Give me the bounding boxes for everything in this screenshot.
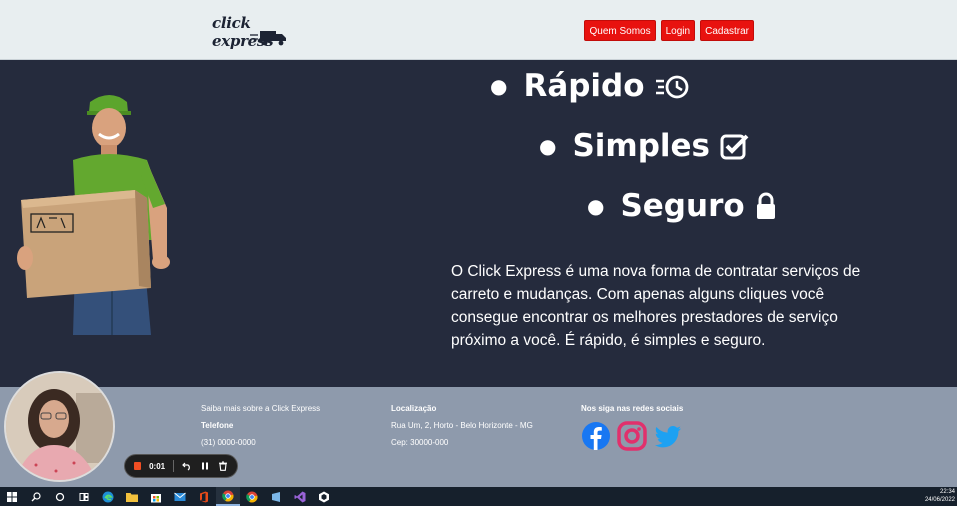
bullet-label: Seguro <box>620 188 745 224</box>
truck-icon <box>250 31 286 46</box>
checkbox-icon <box>720 131 750 161</box>
bullet-dot: ● <box>587 194 605 218</box>
chrome-icon[interactable] <box>216 487 240 506</box>
click-express-logo[interactable]: click express <box>210 14 300 50</box>
trash-icon[interactable] <box>218 461 228 471</box>
bullet-simples: ● Simples <box>539 128 750 164</box>
windows-start-icon[interactable] <box>0 487 24 506</box>
webcam-overlay <box>4 371 115 482</box>
delivery-man-image <box>17 95 170 335</box>
store-icon[interactable] <box>144 487 168 506</box>
undo-icon[interactable] <box>182 461 192 471</box>
facebook-icon[interactable] <box>581 421 611 451</box>
hero-section: ● Rápido ● Simples ● Seguro O Click Expr… <box>0 60 957 387</box>
cortana-icon[interactable] <box>48 487 72 506</box>
instagram-icon[interactable] <box>617 421 647 451</box>
screen-recorder-bar: 0:01 <box>124 454 238 478</box>
pause-icon[interactable] <box>200 461 210 471</box>
site-header: click express Quem Somos Login Cadastrar <box>0 0 957 60</box>
file-explorer-icon[interactable] <box>120 487 144 506</box>
footer-social-column: Nos siga nas redes sociais <box>581 404 683 451</box>
unity-hub-icon[interactable] <box>312 487 336 506</box>
app-icon[interactable] <box>264 487 288 506</box>
mail-icon[interactable] <box>168 487 192 506</box>
stop-recording-button[interactable] <box>134 462 142 470</box>
edge-icon[interactable] <box>96 487 120 506</box>
bullet-label: Rápido <box>523 68 645 104</box>
bullet-rapido: ● Rápido <box>490 68 691 104</box>
cadastrar-button[interactable]: Cadastrar <box>700 20 754 41</box>
cep: Cep: 30000-000 <box>391 438 449 447</box>
visual-studio-icon[interactable] <box>288 487 312 506</box>
footer-location-column: Localização Rua Um, 2, Horto - Belo Hori… <box>391 404 533 455</box>
location-title: Localização <box>391 404 437 413</box>
bullet-seguro: ● Seguro <box>587 188 777 224</box>
bullet-dot: ● <box>490 74 508 98</box>
twitter-icon[interactable] <box>653 421 683 451</box>
webcam-person-image <box>6 373 113 480</box>
windows-taskbar: 22:34 24/06/2022 <box>0 487 957 506</box>
task-view-icon[interactable] <box>72 487 96 506</box>
clock-date: 24/06/2022 <box>924 497 955 503</box>
address: Rua Um, 2, Horto - Belo Horizonte - MG <box>391 421 533 430</box>
footer-about-column: Saiba mais sobre a Click Express Telefon… <box>201 404 320 455</box>
about-link[interactable]: Saiba mais sobre a Click Express <box>201 404 320 413</box>
chrome-profile-icon[interactable] <box>240 487 264 506</box>
recording-time: 0:01 <box>149 461 166 471</box>
fast-clock-icon <box>655 71 691 101</box>
phone-title: Telefone <box>201 421 234 430</box>
social-icons <box>581 421 683 451</box>
divider <box>173 460 174 472</box>
hero-description: O Click Express é uma nova forma de cont… <box>451 263 861 349</box>
main-nav: Quem Somos Login Cadastrar <box>584 20 754 41</box>
lock-icon <box>755 191 777 221</box>
social-title: Nos siga nas redes sociais <box>581 404 684 413</box>
quem-somos-button[interactable]: Quem Somos <box>584 20 656 41</box>
office-icon[interactable] <box>192 487 216 506</box>
clock-time: 22:34 <box>939 489 955 495</box>
bullet-label: Simples <box>572 128 711 164</box>
bullet-dot: ● <box>539 134 557 158</box>
login-button[interactable]: Login <box>660 20 696 41</box>
search-icon[interactable] <box>24 487 48 506</box>
taskbar-clock[interactable]: 22:34 24/06/2022 <box>925 488 955 504</box>
phone-number: (31) 0000-0000 <box>201 438 256 447</box>
